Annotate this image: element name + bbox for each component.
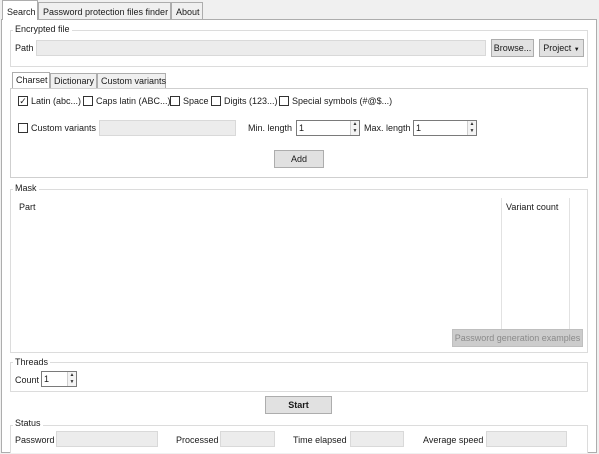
password-label: Password: [15, 435, 55, 445]
tab-search-label: Search: [7, 7, 36, 17]
thread-count-spinner[interactable]: 1 ▲ ▼: [41, 371, 77, 387]
min-length-spinner[interactable]: 1 ▲ ▼: [296, 120, 360, 136]
password-generation-examples-button[interactable]: Password generation examples: [452, 329, 583, 347]
status-title: Status: [13, 418, 43, 429]
caps-latin-checkbox[interactable]: [83, 96, 93, 106]
spin-down-icon[interactable]: ▼: [68, 379, 76, 386]
caps-latin-label: Caps latin (ABC...): [96, 96, 171, 106]
max-length-label: Max. length: [364, 123, 411, 133]
search-panel: Encrypted file Path Browse... Project ▼ …: [1, 19, 597, 453]
mask-title: Mask: [13, 183, 39, 194]
digits-checkbox[interactable]: [211, 96, 221, 106]
special-symbols-label: Special symbols (#@$...): [292, 96, 393, 106]
latin-label: Latin (abc...): [31, 96, 82, 106]
thread-count-value: 1: [44, 374, 50, 384]
processed-label: Processed: [176, 435, 219, 445]
min-length-label: Min. length: [248, 123, 293, 133]
tab-dictionary[interactable]: Dictionary: [50, 73, 97, 88]
mask-column-part: Part: [19, 202, 36, 212]
spin-up-icon[interactable]: ▲: [468, 121, 476, 128]
check-icon: ✓: [19, 96, 27, 106]
mask-column-divider-right: [569, 198, 570, 331]
latin-checkbox[interactable]: ✓: [18, 96, 28, 106]
time-elapsed-label: Time elapsed: [293, 435, 347, 445]
project-button[interactable]: Project ▼: [539, 39, 584, 57]
thread-count-arrows: ▲ ▼: [67, 372, 76, 386]
tab-about-label: About: [176, 7, 200, 17]
spin-up-icon[interactable]: ▲: [351, 121, 359, 128]
start-button[interactable]: Start: [265, 396, 332, 414]
path-input[interactable]: [36, 40, 486, 56]
caret-down-icon: ▼: [573, 47, 580, 53]
mask-column-variant-count: Variant count: [506, 202, 559, 212]
threads-group: [10, 362, 588, 392]
max-length-value: 1: [416, 123, 422, 133]
max-length-spinner[interactable]: 1 ▲ ▼: [413, 120, 477, 136]
tab-charset-label: Charset: [16, 75, 48, 85]
tab-charset[interactable]: Charset: [12, 72, 50, 88]
average-speed-label: Average speed: [423, 435, 484, 445]
tab-custom-variants-label: Custom variants: [101, 76, 167, 86]
custom-variants-checkbox[interactable]: [18, 123, 28, 133]
custom-variants-label: Custom variants: [31, 123, 97, 133]
min-length-arrows: ▲ ▼: [350, 121, 359, 135]
time-elapsed-field: [350, 431, 404, 447]
password-status-field: [56, 431, 158, 447]
add-button[interactable]: Add: [274, 150, 324, 168]
path-label: Path: [15, 43, 34, 53]
max-length-arrows: ▲ ▼: [467, 121, 476, 135]
tab-password-protection-files-finder[interactable]: Password protection files finder: [38, 2, 171, 19]
browse-button[interactable]: Browse...: [491, 39, 534, 57]
average-speed-field: [486, 431, 567, 447]
spin-up-icon[interactable]: ▲: [68, 372, 76, 379]
project-button-label: Project: [543, 43, 572, 53]
processed-field: [220, 431, 275, 447]
tab-about[interactable]: About: [171, 2, 203, 19]
min-length-value: 1: [299, 123, 305, 133]
encrypted-file-title: Encrypted file: [13, 24, 72, 35]
space-label: Space: [183, 96, 209, 106]
tab-custom-variants[interactable]: Custom variants: [97, 73, 166, 88]
special-symbols-checkbox[interactable]: [279, 96, 289, 106]
spin-down-icon[interactable]: ▼: [468, 128, 476, 135]
count-label: Count: [15, 375, 40, 385]
spin-down-icon[interactable]: ▼: [351, 128, 359, 135]
custom-variants-input[interactable]: [99, 120, 236, 136]
tab-search[interactable]: Search: [2, 0, 38, 20]
tab-dictionary-label: Dictionary: [54, 76, 95, 86]
mask-column-divider: [501, 198, 502, 331]
tab-finder-label: Password protection files finder: [43, 7, 169, 17]
digits-label: Digits (123...): [224, 96, 278, 106]
threads-title: Threads: [13, 357, 51, 368]
space-checkbox[interactable]: [170, 96, 180, 106]
